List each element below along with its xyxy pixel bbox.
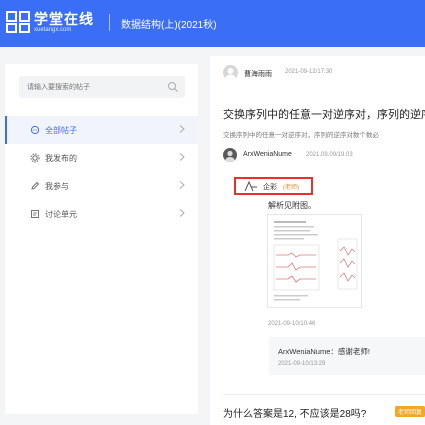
logo-text[interactable]: 学堂在线: [34, 9, 94, 29]
teacher-avatar-icon: [244, 181, 257, 192]
reply-author[interactable]: ArxWeniaNume: [243, 151, 292, 158]
sidebar-item-all-posts[interactable]: 全部帖子: [5, 116, 198, 144]
search-box[interactable]: [19, 76, 185, 98]
teacher-badge: (老师): [283, 185, 299, 191]
search-icon[interactable]: [167, 81, 179, 93]
avatar[interactable]: [223, 65, 238, 80]
post-divider: [223, 394, 425, 395]
post-detail-panel: 曹海雨雨 2021-09-12/17:30 交换序列中的任意一对逆序对，序列的逆…: [210, 56, 425, 425]
sidebar-item-label: 我参与: [45, 182, 69, 191]
folder-icon: [31, 210, 39, 218]
attached-image-content: [273, 221, 358, 301]
top-bar: 学堂在线 xuetangx.com 数据结构(上)(2021秋): [0, 0, 425, 47]
gear-icon: [30, 153, 40, 163]
next-post-badge: 老师回复: [395, 406, 425, 417]
post-excerpt: 交换序列中的任意一对逆序对，序列的逆序对数个数必: [223, 132, 379, 139]
answer-text: 解析见附图。: [268, 201, 316, 210]
user-avatar-icon: [225, 68, 236, 80]
chat-bubble-icon: [30, 125, 40, 135]
chevron-right-icon: [179, 209, 185, 217]
header-divider: [109, 14, 110, 31]
course-title[interactable]: 数据结构(上)(2021秋): [121, 16, 217, 31]
chevron-right-icon: [179, 181, 185, 189]
next-post-title[interactable]: 为什么答案是12, 不应该是28吗?: [223, 405, 366, 420]
sidebar-item-label: 我发布的: [45, 154, 77, 163]
post-title[interactable]: 交换序列中的任意一对逆序对，序列的逆序: [223, 106, 425, 122]
post-date: 2021-09-12/17:30: [285, 69, 333, 75]
sidebar-item-participated[interactable]: 我参与: [5, 172, 198, 200]
sidebar-item-label: 全部帖子: [45, 126, 77, 135]
sub-reply: ArxWeniaNume：感谢老师! 2021-09-10/13:29: [269, 337, 425, 375]
sub-reply-date: 2021-09-10/13:29: [278, 361, 326, 367]
chevron-right-icon: [179, 125, 185, 133]
edit-icon: [31, 181, 40, 190]
search-input[interactable]: [27, 80, 157, 94]
sidebar-item-my-posts[interactable]: 我发布的: [5, 144, 198, 172]
answer-time: 2021-09-10/10.46: [268, 321, 316, 327]
post-author[interactable]: 曹海雨雨: [244, 69, 272, 79]
reply-date: 2021.09.09/19.03: [306, 152, 353, 158]
sub-reply-text: ArxWeniaNume：感谢老师!: [278, 347, 370, 356]
user-avatar-icon: [225, 150, 235, 162]
sidebar-item-discussion-units[interactable]: 讨论单元: [5, 200, 198, 228]
discussion-sidebar: 全部帖子 我发布的 我参与 讨论单元: [5, 64, 198, 414]
logo-subtext: xuetangx.com: [34, 27, 72, 33]
teacher-name[interactable]: 企彩: [263, 182, 277, 192]
chevron-right-icon: [179, 153, 185, 161]
teacher-reply-header: 企彩 (老师): [234, 177, 313, 195]
avatar[interactable]: [223, 148, 237, 162]
xuetangx-logo-icon[interactable]: [6, 10, 30, 34]
attached-image[interactable]: [267, 214, 362, 308]
sidebar-item-label: 讨论单元: [45, 210, 77, 219]
